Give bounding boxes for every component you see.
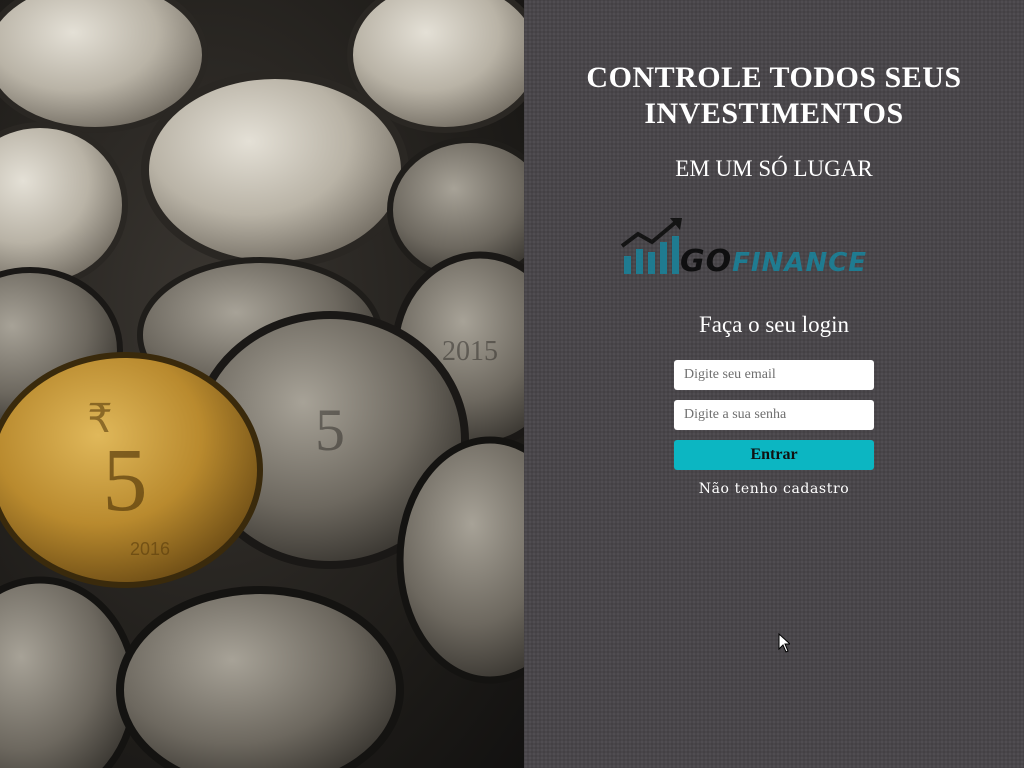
mouse-cursor-icon (778, 633, 790, 653)
login-page: 5 ₹ 2016 5 2015 CONTROLE TODOS SEUS INVE… (0, 0, 1024, 768)
svg-text:2016: 2016 (130, 539, 170, 559)
register-link[interactable]: Não tenho cadastro (524, 481, 1024, 497)
page-subheadline: EM UM SÓ LUGAR (675, 156, 873, 181)
logo-text-finance: FINANCE (732, 248, 868, 278)
svg-text:2015: 2015 (442, 336, 498, 367)
login-panel: CONTROLE TODOS SEUS INVESTIMENTOS EM UM … (524, 0, 1024, 768)
svg-text:₹: ₹ (87, 397, 112, 441)
coins-illustration: 5 ₹ 2016 5 2015 (0, 0, 524, 768)
svg-text:5: 5 (315, 397, 345, 463)
headline-line-1: CONTROLE TODOS SEUS (586, 61, 962, 94)
logo-text-go: GO (680, 244, 733, 279)
logo-wordmark: GOFINANCE (680, 244, 867, 279)
email-input[interactable] (674, 360, 874, 390)
svg-text:5: 5 (103, 431, 148, 530)
headline-line-2: INVESTIMENTOS (644, 97, 904, 130)
password-input[interactable] (674, 400, 874, 430)
coins-photo: 5 ₹ 2016 5 2015 (0, 0, 524, 768)
login-submit-button[interactable]: Entrar (674, 440, 874, 470)
gofinance-logo: GOFINANCE (620, 216, 930, 282)
login-title: Faça o seu login (698, 312, 850, 337)
page-headline: CONTROLE TODOS SEUS INVESTIMENTOS (524, 60, 1024, 132)
rising-bar-chart-icon (620, 218, 682, 274)
